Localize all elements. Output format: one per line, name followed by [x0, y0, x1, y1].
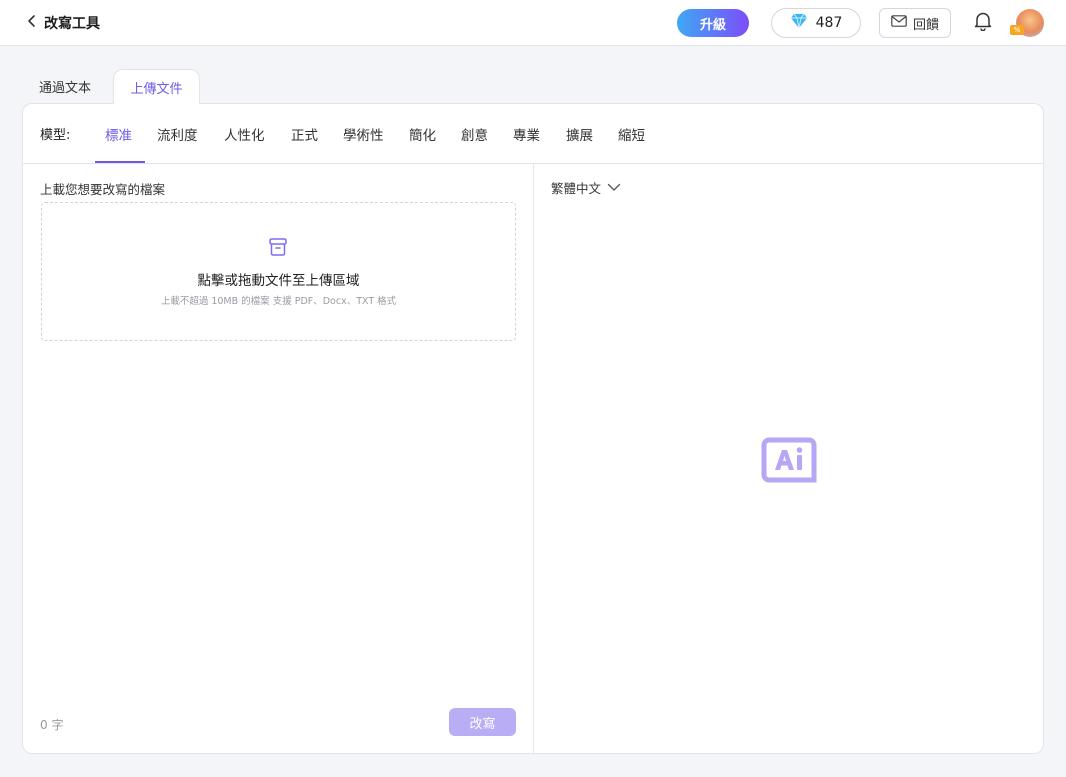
model-option-expand[interactable]: 擴展	[566, 124, 593, 144]
page-title: 改寫工具	[44, 16, 100, 32]
avatar-badge: %	[1010, 25, 1024, 35]
language-select[interactable]: 繁體中文	[551, 178, 621, 197]
model-option-shorten[interactable]: 縮短	[618, 124, 645, 144]
rewrite-button[interactable]: 改寫	[449, 708, 516, 736]
model-option-standard[interactable]: 標准	[105, 124, 132, 144]
active-model-indicator	[95, 161, 145, 163]
model-option-fluency[interactable]: 流利度	[157, 124, 198, 144]
model-option-creative[interactable]: 創意	[461, 124, 488, 144]
back-button[interactable]	[22, 12, 42, 32]
model-selector: 模型: 標准 流利度 人性化 正式 學術性 簡化 創意 專業 擴展 縮短	[23, 104, 1043, 164]
model-option-professional[interactable]: 專業	[513, 124, 540, 144]
credits-count: 487	[815, 15, 843, 31]
model-option-humanize[interactable]: 人性化	[224, 124, 265, 144]
tab-upload-file[interactable]: 上傳文件	[113, 69, 200, 104]
language-value: 繁體中文	[551, 181, 602, 196]
upload-dropzone[interactable]: 點擊或拖動文件至上傳區域 上載不超過 10MB 的檔案 支援 PDF、Docx、…	[41, 202, 516, 341]
upgrade-button[interactable]: 升級	[677, 9, 749, 37]
upload-heading: 上載您想要改寫的檔案	[40, 182, 166, 197]
tab-text-input[interactable]: 通過文本	[24, 69, 106, 104]
output-pane: 繁體中文	[535, 164, 1043, 753]
input-pane: 上載您想要改寫的檔案 點擊或拖動文件至上傳區域 上載不超過 10MB 的檔案 支…	[23, 164, 534, 753]
credits-button[interactable]: 487	[771, 8, 861, 38]
dropzone-hint: 上載不超過 10MB 的檔案 支援 PDF、Docx、TXT 格式	[160, 296, 397, 307]
ai-logo-icon	[761, 437, 817, 483]
dropzone-title: 點擊或拖動文件至上傳區域	[197, 273, 360, 289]
diamond-icon	[790, 13, 808, 33]
notifications-button[interactable]	[972, 12, 994, 34]
main-panel: 模型: 標准 流利度 人性化 正式 學術性 簡化 創意 專業 擴展 縮短 上載您…	[22, 103, 1044, 754]
model-option-formal[interactable]: 正式	[291, 124, 318, 144]
user-avatar[interactable]: %	[1010, 9, 1044, 37]
model-option-academic[interactable]: 學術性	[343, 124, 384, 144]
chevron-down-icon	[607, 180, 621, 195]
word-count: 0 字	[40, 718, 64, 732]
chevron-left-icon	[27, 13, 37, 32]
archive-box-icon	[268, 237, 288, 257]
top-bar: 改寫工具 升級 487 回饋 %	[0, 0, 1066, 46]
model-label: 模型:	[40, 128, 71, 143]
feedback-label: 回饋	[912, 17, 939, 33]
feedback-button[interactable]: 回饋	[879, 8, 951, 38]
bell-icon	[974, 11, 992, 35]
model-option-simplify[interactable]: 簡化	[409, 124, 436, 144]
mail-icon	[891, 15, 907, 31]
